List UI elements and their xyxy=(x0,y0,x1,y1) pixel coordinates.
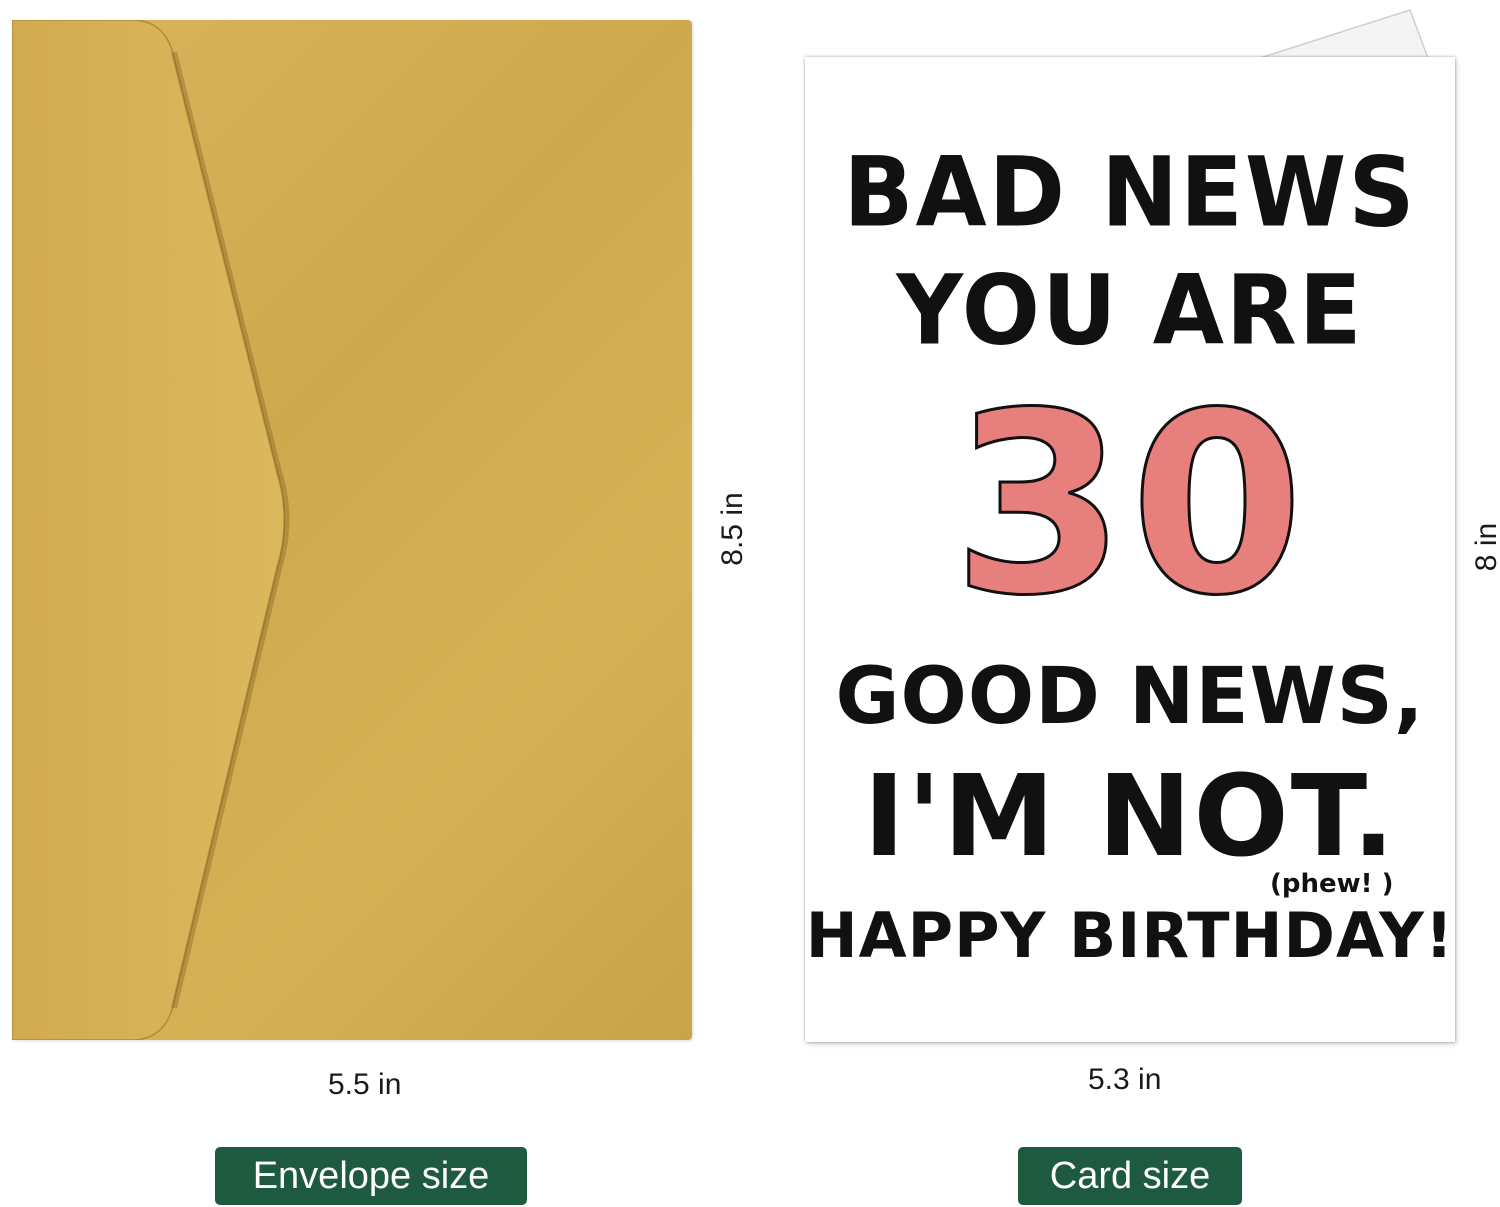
envelope-size-caption: Envelope size xyxy=(215,1147,527,1205)
envelope-height-label: 8.5 in xyxy=(716,492,749,566)
card-line-1: BAD NEWS xyxy=(843,136,1417,249)
card-age-number: 30 xyxy=(951,359,1308,650)
greeting-card: BAD NEWS YOU ARE 30 GOOD NEWS, I'M NOT. … xyxy=(805,57,1455,1042)
envelope-flap xyxy=(12,20,290,1040)
card-aside: (phew! ) xyxy=(1270,869,1394,899)
envelope-image xyxy=(12,20,692,1040)
card-line-4: I'M NOT. xyxy=(863,752,1397,882)
card-line-5: HAPPY BIRTHDAY! xyxy=(805,899,1455,972)
card-width-label: 5.3 in xyxy=(1088,1063,1162,1096)
card-line-3: GOOD NEWS, xyxy=(835,652,1425,742)
envelope-width-label: 5.5 in xyxy=(328,1068,402,1101)
card-size-caption: Card size xyxy=(1018,1147,1242,1205)
card-line-2: YOU ARE xyxy=(896,254,1364,367)
card-height-label: 8 in xyxy=(1470,522,1500,572)
